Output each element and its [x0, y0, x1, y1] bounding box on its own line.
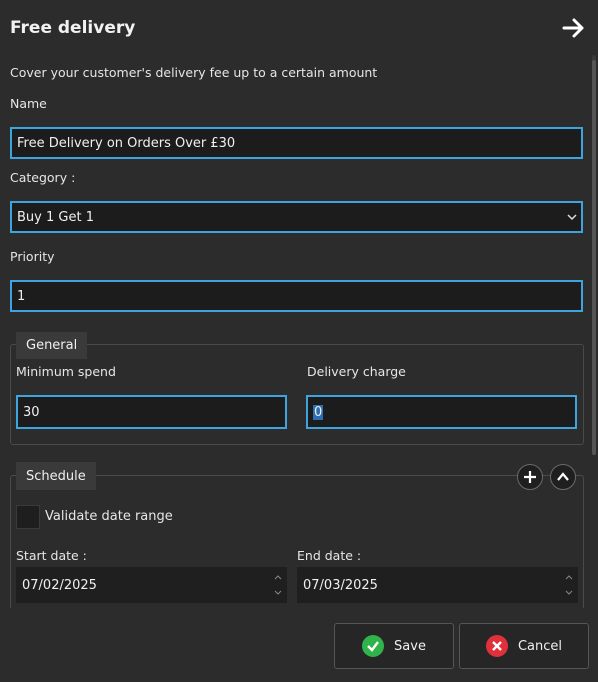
free-delivery-panel: Free delivery Cover your customer's deli…	[0, 0, 598, 682]
start-date-value: 07/02/2025	[22, 577, 97, 593]
plus-icon	[524, 471, 536, 483]
check-icon	[362, 635, 385, 657]
delivery-charge-value: 0	[313, 404, 324, 420]
spinner-icon[interactable]	[564, 572, 574, 598]
form-scroll-area[interactable]: Cover your customer's delivery fee up to…	[0, 52, 598, 608]
priority-input[interactable]: 1	[10, 280, 583, 312]
category-label: Category :	[10, 170, 76, 185]
category-value: Buy 1 Get 1	[17, 209, 94, 225]
add-schedule-button[interactable]	[517, 464, 543, 490]
end-date-input[interactable]: 07/03/2025	[297, 567, 578, 603]
arrow-right-icon[interactable]	[562, 16, 586, 40]
validate-date-checkbox[interactable]	[16, 505, 40, 529]
end-date-value: 07/03/2025	[303, 577, 378, 593]
start-date-input[interactable]: 07/02/2025	[16, 567, 287, 603]
priority-value: 1	[17, 288, 26, 304]
name-value: Free Delivery on Orders Over £30	[17, 135, 236, 151]
min-spend-input[interactable]: 30	[16, 395, 287, 429]
footer: Save Cancel	[0, 608, 598, 682]
panel-title: Free delivery	[10, 18, 136, 38]
delivery-charge-label: Delivery charge	[307, 364, 406, 379]
name-label: Name	[10, 96, 47, 111]
save-button[interactable]: Save	[334, 623, 454, 669]
close-icon	[485, 635, 508, 657]
start-date-label: Start date :	[16, 548, 87, 563]
validate-date-label: Validate date range	[45, 509, 173, 524]
general-legend: General	[16, 332, 88, 359]
chevron-down-icon	[567, 214, 577, 221]
priority-label: Priority	[10, 249, 55, 264]
min-spend-label: Minimum spend	[16, 364, 116, 379]
cancel-button[interactable]: Cancel	[459, 623, 589, 669]
save-label: Save	[394, 638, 426, 654]
name-input[interactable]: Free Delivery on Orders Over £30	[10, 127, 583, 159]
schedule-legend: Schedule	[16, 462, 96, 490]
intro-text: Cover your customer's delivery fee up to…	[10, 65, 378, 80]
category-select[interactable]: Buy 1 Get 1	[10, 201, 583, 233]
spinner-icon[interactable]	[273, 572, 283, 598]
delivery-charge-input[interactable]: 0	[306, 395, 577, 429]
collapse-schedule-button[interactable]	[550, 464, 576, 490]
chevron-up-icon	[557, 472, 569, 481]
cancel-label: Cancel	[517, 638, 563, 654]
min-spend-value: 30	[23, 404, 40, 420]
end-date-label: End date :	[297, 548, 362, 563]
